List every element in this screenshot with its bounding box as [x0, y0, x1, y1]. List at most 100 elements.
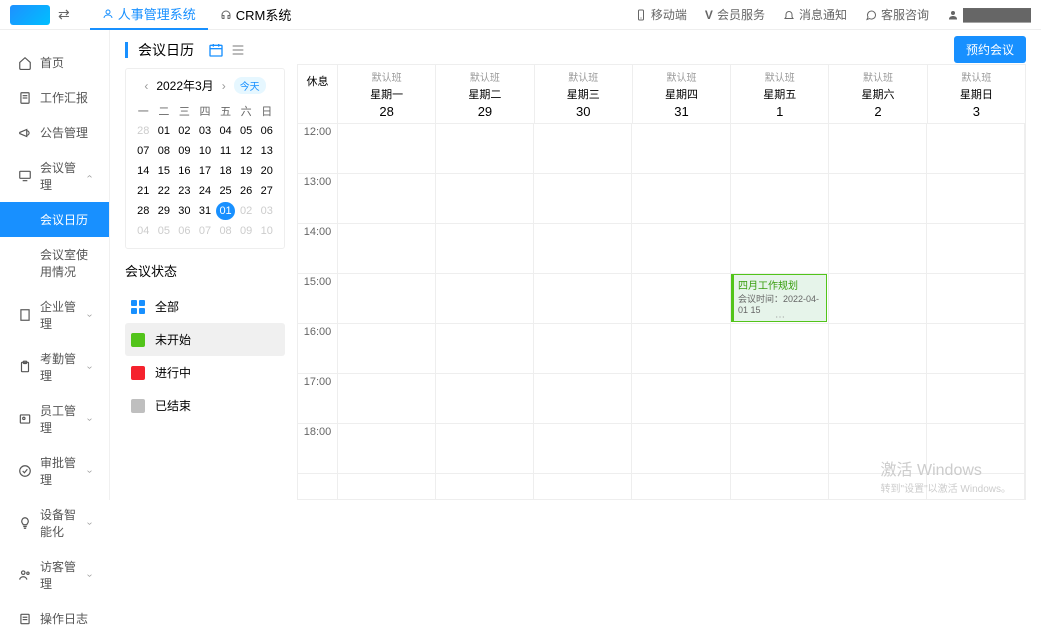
sidebar: 首页 工作汇报 公告管理 会议管理 会议日历 会议室使用情况 企业管理 考勤管理…: [0, 30, 110, 500]
minical-day[interactable]: 21: [134, 182, 153, 200]
minical-day[interactable]: 07: [196, 222, 215, 240]
grey-swatch: [131, 399, 145, 413]
nav-report[interactable]: 工作汇报: [0, 80, 109, 115]
tab-hr-label: 人事管理系统: [118, 4, 196, 23]
minical-day[interactable]: 24: [196, 182, 215, 200]
person-icon: [947, 9, 959, 21]
minical-day[interactable]: 02: [237, 202, 256, 220]
top-notify[interactable]: 消息通知: [783, 6, 847, 23]
minical-day[interactable]: 05: [237, 122, 256, 140]
nav-visitor[interactable]: 访客管理: [0, 549, 109, 601]
check-circle-icon: [18, 464, 32, 478]
user-icon: [102, 8, 114, 20]
minical-day[interactable]: 08: [216, 222, 235, 240]
vip-icon: V: [705, 8, 713, 22]
tab-crm[interactable]: CRM系统: [208, 0, 304, 30]
nav-announce[interactable]: 公告管理: [0, 115, 109, 150]
status-inprogress[interactable]: 进行中: [125, 356, 285, 389]
minical-day[interactable]: 16: [175, 162, 194, 180]
minical-day[interactable]: 03: [196, 122, 215, 140]
calendar-event[interactable]: 四月工作规划 会议时间：2022-04-01 15 ⋯: [731, 274, 827, 322]
minical-day[interactable]: 02: [175, 122, 194, 140]
calendar-day-column[interactable]: [338, 124, 436, 499]
minical-day[interactable]: 05: [155, 222, 174, 240]
nav-employee[interactable]: 员工管理: [0, 393, 109, 445]
monitor-icon: [18, 169, 32, 183]
list-view-icon[interactable]: [230, 42, 246, 58]
minical-day[interactable]: 09: [237, 222, 256, 240]
panel-title: 会议日历: [138, 40, 194, 60]
minical-day[interactable]: 03: [257, 202, 276, 220]
minical-day[interactable]: 01: [155, 122, 174, 140]
minical-day[interactable]: 29: [155, 202, 174, 220]
minical-prev[interactable]: ‹: [144, 79, 148, 93]
minical-day[interactable]: 10: [196, 142, 215, 160]
nav-attendance[interactable]: 考勤管理: [0, 341, 109, 393]
calendar-day-header: 默认班星期四31: [633, 65, 731, 123]
status-notstarted[interactable]: 未开始: [125, 323, 285, 356]
calendar-view-icon[interactable]: [208, 42, 224, 58]
minical-day[interactable]: 04: [134, 222, 153, 240]
minical-day[interactable]: 11: [216, 142, 235, 160]
minical-day[interactable]: 17: [196, 162, 215, 180]
calendar-day-column[interactable]: [436, 124, 534, 499]
calendar-day-column[interactable]: [927, 124, 1025, 499]
calendar-day-column[interactable]: [534, 124, 632, 499]
minical-day[interactable]: 08: [155, 142, 174, 160]
new-meeting-button[interactable]: 预约会议: [954, 36, 1026, 63]
minical-day[interactable]: 06: [257, 122, 276, 140]
minical-day[interactable]: 06: [175, 222, 194, 240]
minical-day[interactable]: 30: [175, 202, 194, 220]
nav-log[interactable]: 操作日志: [0, 601, 109, 636]
calendar-day-header: 默认班星期五1: [731, 65, 829, 123]
minical-day[interactable]: 20: [257, 162, 276, 180]
minical-day[interactable]: 26: [237, 182, 256, 200]
minical-day[interactable]: 14: [134, 162, 153, 180]
time-label: 18:00: [298, 424, 337, 474]
minical-today-btn[interactable]: 今天: [234, 77, 266, 94]
minical-next[interactable]: ›: [222, 79, 226, 93]
ellipsis-icon: ⋯: [738, 315, 822, 321]
minical-day[interactable]: 28: [134, 202, 153, 220]
status-title: 会议状态: [125, 261, 285, 280]
minical-day[interactable]: 15: [155, 162, 174, 180]
minical-day[interactable]: 28: [134, 122, 153, 140]
nav-device[interactable]: 设备智能化: [0, 497, 109, 549]
minical-day[interactable]: 31: [196, 202, 215, 220]
nav-approval[interactable]: 审批管理: [0, 445, 109, 497]
calendar-day-column[interactable]: [829, 124, 927, 499]
chat-icon: [865, 9, 877, 21]
nav-meeting-room[interactable]: 会议室使用情况: [0, 237, 109, 289]
top-user[interactable]: ████████: [947, 8, 1031, 22]
event-title: 四月工作规划: [738, 277, 822, 292]
swap-icon[interactable]: ⇄: [58, 6, 70, 23]
minical-day[interactable]: 07: [134, 142, 153, 160]
calendar-day-column[interactable]: [632, 124, 730, 499]
minical-day[interactable]: 01: [216, 202, 235, 220]
grid-icon: [131, 300, 145, 314]
nav-meeting-calendar[interactable]: 会议日历: [0, 202, 109, 237]
minical-dow: 六: [237, 100, 256, 122]
minical-day[interactable]: 12: [237, 142, 256, 160]
minical-day[interactable]: 09: [175, 142, 194, 160]
time-label: 15:00: [298, 274, 337, 324]
minical-day[interactable]: 23: [175, 182, 194, 200]
nav-meeting[interactable]: 会议管理: [0, 150, 109, 202]
minical-day[interactable]: 19: [237, 162, 256, 180]
nav-home[interactable]: 首页: [0, 45, 109, 80]
minical-day[interactable]: 13: [257, 142, 276, 160]
minical-day[interactable]: 22: [155, 182, 174, 200]
status-ended[interactable]: 已结束: [125, 389, 285, 422]
nav-company[interactable]: 企业管理: [0, 289, 109, 341]
rest-label: 休息: [298, 65, 338, 123]
minical-day[interactable]: 10: [257, 222, 276, 240]
minical-day[interactable]: 04: [216, 122, 235, 140]
minical-day[interactable]: 27: [257, 182, 276, 200]
tab-hr[interactable]: 人事管理系统: [90, 0, 208, 30]
minical-day[interactable]: 18: [216, 162, 235, 180]
top-support[interactable]: 客服咨询: [865, 6, 929, 23]
status-all[interactable]: 全部: [125, 290, 285, 323]
minical-day[interactable]: 25: [216, 182, 235, 200]
top-mobile[interactable]: 移动端: [635, 6, 687, 23]
top-vip[interactable]: V 会员服务: [705, 6, 765, 23]
